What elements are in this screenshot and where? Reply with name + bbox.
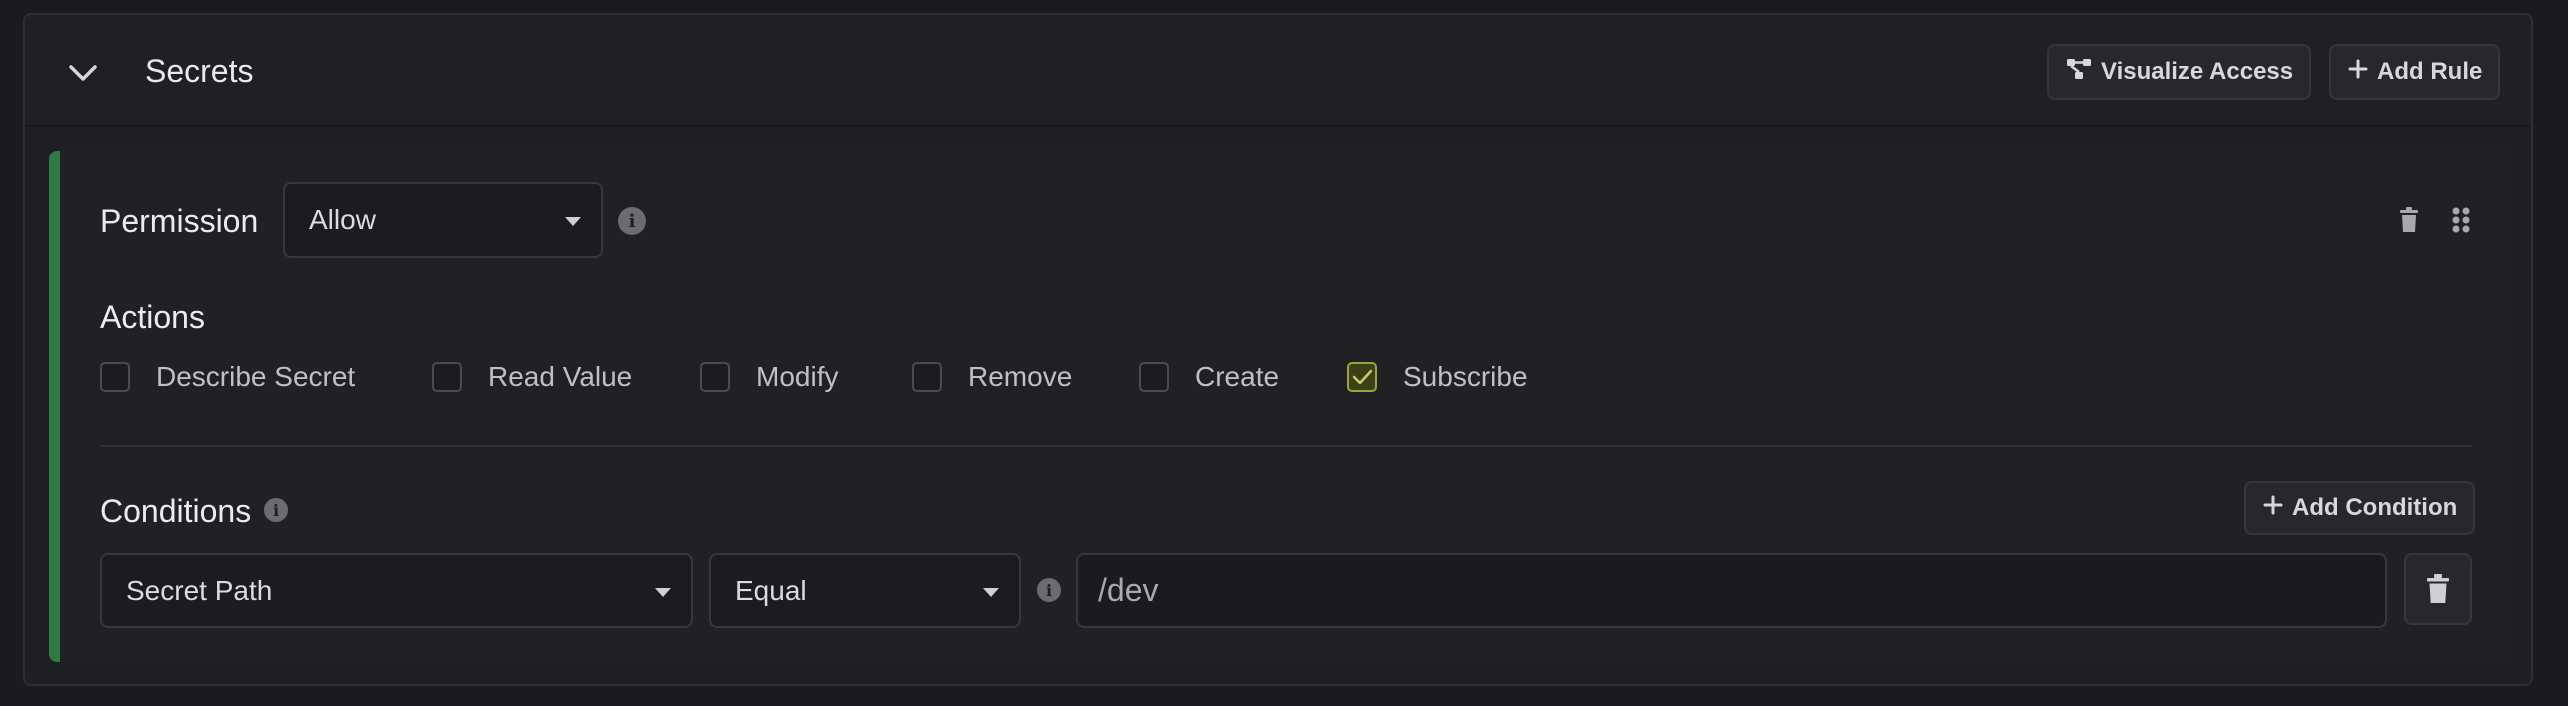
permission-value: Allow bbox=[309, 204, 376, 235]
add-rule-label: Add Rule bbox=[2377, 58, 2483, 85]
checkbox-label: Remove bbox=[968, 361, 1073, 392]
section-header[interactable]: Secrets Visualize Access Add Rule bbox=[25, 15, 2531, 127]
info-icon[interactable]: i bbox=[618, 207, 646, 235]
checkbox[interactable] bbox=[100, 362, 130, 392]
trash-icon[interactable] bbox=[2394, 204, 2424, 236]
visualize-access-button[interactable]: Visualize Access bbox=[2047, 44, 2312, 100]
chevron-down-icon[interactable] bbox=[65, 55, 101, 91]
checkbox[interactable] bbox=[912, 362, 942, 392]
checkbox[interactable] bbox=[700, 362, 730, 392]
condition-value-input[interactable] bbox=[1076, 553, 2387, 628]
checkmark-icon bbox=[1352, 369, 1373, 385]
action-checkbox-subscribe[interactable]: Subscribe bbox=[1347, 361, 1528, 393]
caret-down-icon bbox=[655, 588, 671, 597]
visualize-access-label: Visualize Access bbox=[2101, 58, 2294, 85]
action-checkbox-create[interactable]: Create bbox=[1139, 361, 1279, 393]
checkbox-label: Describe Secret bbox=[156, 361, 356, 392]
condition-operator-value: Equal bbox=[735, 574, 807, 606]
permission-select[interactable]: Allow bbox=[283, 182, 603, 258]
checkbox-label: Read Value bbox=[488, 361, 633, 392]
delete-condition-button[interactable] bbox=[2404, 553, 2472, 625]
conditions-label: Conditions bbox=[100, 493, 252, 529]
condition-field-select[interactable]: Secret Path bbox=[100, 553, 693, 628]
caret-down-icon bbox=[565, 217, 581, 226]
add-condition-button[interactable]: Add Condition bbox=[2244, 481, 2476, 535]
checkbox-label: Subscribe bbox=[1403, 361, 1528, 392]
section-title: Secrets bbox=[145, 53, 254, 89]
checkbox[interactable] bbox=[1139, 362, 1169, 392]
add-condition-label: Add Condition bbox=[2292, 494, 2458, 521]
condition-field-value: Secret Path bbox=[126, 574, 273, 606]
checkbox-checked[interactable] bbox=[1347, 362, 1377, 392]
checkbox[interactable] bbox=[432, 362, 462, 392]
divider bbox=[100, 445, 2472, 447]
condition-operator-select[interactable]: Equal bbox=[709, 553, 1021, 628]
checkbox-label: Create bbox=[1195, 361, 1280, 392]
action-checkbox-read-value[interactable]: Read Value bbox=[432, 361, 632, 393]
actions-label: Actions bbox=[100, 299, 205, 335]
action-checkbox-modify[interactable]: Modify bbox=[700, 361, 838, 393]
drag-handle-icon[interactable] bbox=[2446, 204, 2476, 236]
caret-down-icon bbox=[983, 588, 999, 597]
action-checkbox-describe-secret[interactable]: Describe Secret bbox=[100, 361, 355, 393]
plus-icon bbox=[2262, 494, 2284, 523]
graph-icon bbox=[2065, 57, 2093, 88]
permission-label: Permission bbox=[100, 203, 259, 239]
trash-icon bbox=[2427, 574, 2449, 603]
add-rule-button[interactable]: Add Rule bbox=[2329, 44, 2501, 100]
info-icon[interactable]: i bbox=[1037, 578, 1061, 602]
info-icon[interactable]: i bbox=[264, 498, 288, 522]
plus-icon bbox=[2347, 58, 2369, 87]
action-checkbox-remove[interactable]: Remove bbox=[912, 361, 1072, 393]
checkbox-label: Modify bbox=[756, 361, 839, 392]
